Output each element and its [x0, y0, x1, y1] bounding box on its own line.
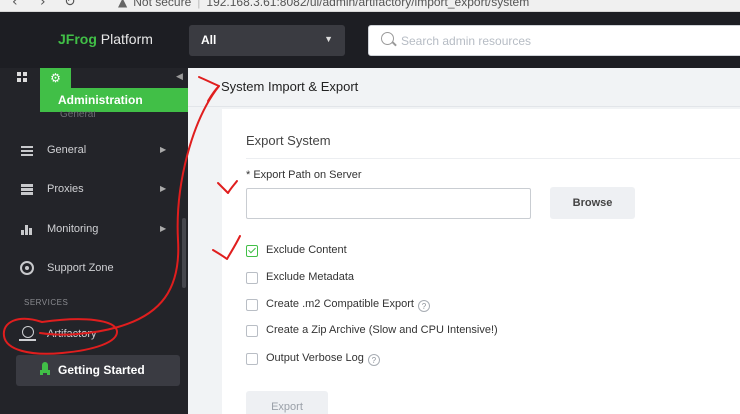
getting-started-label: Getting Started — [58, 363, 145, 377]
chevron-right-icon: ▶ — [160, 145, 167, 154]
main-content: System Import & Export Export System * E… — [188, 68, 740, 414]
sidebar-item-label: Support Zone — [47, 262, 114, 274]
section-title: Export System — [246, 133, 331, 148]
partial-menu-item: General — [60, 111, 96, 117]
url-text: 192.168.3.61:8082/ui/admin/artifactory/i… — [206, 0, 530, 9]
services-heading: SERVICES — [24, 298, 69, 307]
export-button[interactable]: Export — [246, 391, 328, 414]
checkbox-checked[interactable] — [246, 245, 258, 257]
title-divider — [188, 106, 740, 107]
bar-chart-icon — [20, 222, 34, 236]
address-bar[interactable]: ▲ Not secure | 192.168.3.61:8082/ui/admin/a… — [118, 0, 529, 9]
artifactory-icon — [19, 326, 36, 341]
sidebar-item-monitoring[interactable]: Monitoring ▶ — [0, 211, 188, 249]
collapse-sidebar-icon[interactable]: ◀ — [176, 71, 183, 82]
search-box[interactable] — [368, 25, 740, 56]
search-icon — [381, 32, 394, 45]
page-title: System Import & Export — [221, 79, 359, 94]
sliders-icon — [20, 143, 34, 157]
support-icon — [20, 261, 34, 275]
sidebar-item-label: Proxies — [47, 183, 84, 195]
export-path-label: * Export Path on Server — [246, 169, 362, 181]
rocket-icon — [40, 362, 50, 378]
forward-icon[interactable]: › — [40, 0, 46, 10]
option-label: Create .m2 Compatible Export — [266, 298, 414, 310]
chevron-right-icon: ▶ — [160, 184, 167, 193]
reload-icon[interactable]: ↻ — [64, 0, 76, 10]
checkbox[interactable] — [246, 272, 258, 284]
back-icon[interactable]: ‹ — [12, 0, 18, 10]
security-label: Not secure — [133, 0, 192, 9]
option-label: Exclude Metadata — [266, 271, 355, 283]
sidebar-item-label: Monitoring — [47, 223, 99, 235]
sidebar-scrollbar[interactable] — [182, 218, 186, 288]
option-label: Create a Zip Archive (Slow and CPU Inten… — [266, 324, 498, 336]
logo-brand: JFrog — [58, 31, 97, 47]
top-header: JFrog Platform All ▼ — [0, 12, 740, 68]
sidebar: ⚙ ◀ Administration General General ▶ Pro… — [0, 68, 188, 414]
checkbox[interactable] — [246, 325, 258, 337]
browse-button[interactable]: Browse — [550, 187, 635, 219]
list-icon — [20, 182, 34, 196]
checkbox[interactable] — [246, 299, 258, 311]
apps-grid-icon[interactable] — [17, 72, 28, 83]
sidebar-item-support-zone[interactable]: Support Zone — [0, 250, 188, 288]
option-label: Exclude Content — [266, 244, 347, 256]
export-card: Export System * Export Path on Server Br… — [222, 109, 740, 414]
sidebar-item-label: General — [47, 144, 87, 156]
help-icon[interactable]: ? — [417, 300, 430, 312]
browser-toolbar: ‹ › ↻ ▲ Not secure | 192.168.3.61:8082/ui/a… — [0, 0, 740, 12]
scope-select-value: All — [201, 33, 217, 47]
caret-down-icon: ▼ — [324, 34, 333, 44]
logo-product: Platform — [96, 31, 153, 47]
checkbox[interactable] — [246, 353, 258, 365]
help-icon[interactable]: ? — [367, 354, 380, 366]
sidebar-item-proxies[interactable]: Proxies ▶ — [0, 171, 188, 209]
getting-started-button[interactable]: Getting Started — [16, 355, 180, 386]
chevron-right-icon: ▶ — [160, 224, 167, 233]
administration-tab[interactable]: Administration — [40, 88, 188, 112]
admin-gear-icon[interactable]: ⚙ — [40, 68, 71, 88]
section-divider — [246, 158, 740, 159]
sidebar-item-artifactory[interactable]: Artifactory — [47, 328, 97, 340]
export-path-input[interactable] — [246, 188, 531, 219]
jfrog-logo[interactable]: JFrog Platform — [58, 31, 153, 47]
scope-select[interactable]: All ▼ — [189, 25, 345, 56]
option-label: Output Verbose Log — [266, 352, 364, 364]
sidebar-item-general[interactable]: General ▶ — [0, 132, 188, 170]
search-input[interactable] — [401, 30, 731, 52]
warning-icon: ▲ — [118, 0, 128, 9]
